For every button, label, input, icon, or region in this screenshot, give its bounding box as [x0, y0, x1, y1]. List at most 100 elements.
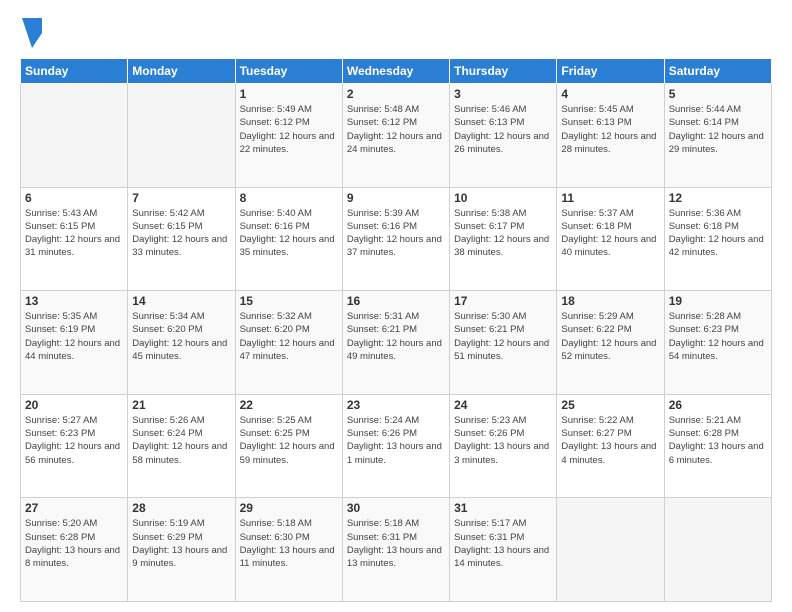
- day-info: Sunrise: 5:44 AM Sunset: 6:14 PM Dayligh…: [669, 103, 767, 156]
- calendar-cell: 13 Sunrise: 5:35 AM Sunset: 6:19 PM Dayli…: [21, 291, 128, 395]
- calendar-cell: [664, 498, 771, 602]
- calendar-cell: 17 Sunrise: 5:30 AM Sunset: 6:21 PM Dayli…: [450, 291, 557, 395]
- day-number: 26: [669, 398, 767, 412]
- day-info: Sunrise: 5:17 AM Sunset: 6:31 PM Dayligh…: [454, 517, 552, 570]
- day-number: 29: [240, 501, 338, 515]
- day-info: Sunrise: 5:43 AM Sunset: 6:15 PM Dayligh…: [25, 207, 123, 260]
- day-info: Sunrise: 5:38 AM Sunset: 6:17 PM Dayligh…: [454, 207, 552, 260]
- day-number: 6: [25, 191, 123, 205]
- day-info: Sunrise: 5:36 AM Sunset: 6:18 PM Dayligh…: [669, 207, 767, 260]
- day-info: Sunrise: 5:31 AM Sunset: 6:21 PM Dayligh…: [347, 310, 445, 363]
- day-info: Sunrise: 5:32 AM Sunset: 6:20 PM Dayligh…: [240, 310, 338, 363]
- day-header-saturday: Saturday: [664, 59, 771, 84]
- day-info: Sunrise: 5:21 AM Sunset: 6:28 PM Dayligh…: [669, 414, 767, 467]
- calendar-cell: 31 Sunrise: 5:17 AM Sunset: 6:31 PM Dayli…: [450, 498, 557, 602]
- day-info: Sunrise: 5:40 AM Sunset: 6:16 PM Dayligh…: [240, 207, 338, 260]
- day-info: Sunrise: 5:45 AM Sunset: 6:13 PM Dayligh…: [561, 103, 659, 156]
- calendar-cell: 21 Sunrise: 5:26 AM Sunset: 6:24 PM Dayli…: [128, 394, 235, 498]
- day-number: 11: [561, 191, 659, 205]
- day-number: 22: [240, 398, 338, 412]
- day-header-monday: Monday: [128, 59, 235, 84]
- day-info: Sunrise: 5:26 AM Sunset: 6:24 PM Dayligh…: [132, 414, 230, 467]
- calendar-cell: 15Sunrise: 5:32 AM Sunset: 6:20 PM Dayli…: [235, 291, 342, 395]
- day-info: Sunrise: 5:34 AM Sunset: 6:20 PM Dayligh…: [132, 310, 230, 363]
- day-info: Sunrise: 5:18 AM Sunset: 6:31 PM Dayligh…: [347, 517, 445, 570]
- calendar-cell: 12 Sunrise: 5:36 AM Sunset: 6:18 PM Dayli…: [664, 187, 771, 291]
- day-info: Sunrise: 5:42 AM Sunset: 6:15 PM Dayligh…: [132, 207, 230, 260]
- day-number: 7: [132, 191, 230, 205]
- header: [20, 18, 772, 48]
- day-number: 30: [347, 501, 445, 515]
- day-number: 5: [669, 87, 767, 101]
- day-info: Sunrise: 5:46 AM Sunset: 6:13 PM Dayligh…: [454, 103, 552, 156]
- day-info: Sunrise: 5:29 AM Sunset: 6:22 PM Dayligh…: [561, 310, 659, 363]
- day-info: Sunrise: 5:35 AM Sunset: 6:19 PM Dayligh…: [25, 310, 123, 363]
- calendar-cell: 11 Sunrise: 5:37 AM Sunset: 6:18 PM Dayli…: [557, 187, 664, 291]
- day-number: 10: [454, 191, 552, 205]
- calendar-week-2: 6 Sunrise: 5:43 AM Sunset: 6:15 PM Daylig…: [21, 187, 772, 291]
- calendar-table: SundayMondayTuesdayWednesdayThursdayFrid…: [20, 58, 772, 602]
- day-number: 1: [240, 87, 338, 101]
- day-info: Sunrise: 5:37 AM Sunset: 6:18 PM Dayligh…: [561, 207, 659, 260]
- calendar-cell: 4 Sunrise: 5:45 AM Sunset: 6:13 PM Daylig…: [557, 84, 664, 188]
- calendar-cell: [21, 84, 128, 188]
- day-number: 18: [561, 294, 659, 308]
- calendar-cell: 18 Sunrise: 5:29 AM Sunset: 6:22 PM Dayli…: [557, 291, 664, 395]
- day-info: Sunrise: 5:28 AM Sunset: 6:23 PM Dayligh…: [669, 310, 767, 363]
- day-info: Sunrise: 5:20 AM Sunset: 6:28 PM Dayligh…: [25, 517, 123, 570]
- calendar-cell: 29 Sunrise: 5:18 AM Sunset: 6:30 PM Dayli…: [235, 498, 342, 602]
- day-number: 19: [669, 294, 767, 308]
- calendar-cell: 2 Sunrise: 5:48 AM Sunset: 6:12 PM Daylig…: [342, 84, 449, 188]
- calendar-cell: 30 Sunrise: 5:18 AM Sunset: 6:31 PM Dayli…: [342, 498, 449, 602]
- page: SundayMondayTuesdayWednesdayThursdayFrid…: [0, 0, 792, 612]
- day-info: Sunrise: 5:18 AM Sunset: 6:30 PM Dayligh…: [240, 517, 338, 570]
- day-number: 9: [347, 191, 445, 205]
- calendar-cell: 7 Sunrise: 5:42 AM Sunset: 6:15 PM Daylig…: [128, 187, 235, 291]
- calendar-week-5: 27 Sunrise: 5:20 AM Sunset: 6:28 PM Dayli…: [21, 498, 772, 602]
- day-info: Sunrise: 5:49 AM Sunset: 6:12 PM Dayligh…: [240, 103, 338, 156]
- calendar-cell: 10 Sunrise: 5:38 AM Sunset: 6:17 PM Dayli…: [450, 187, 557, 291]
- logo: [20, 18, 42, 48]
- calendar-cell: 19 Sunrise: 5:28 AM Sunset: 6:23 PM Dayli…: [664, 291, 771, 395]
- calendar-cell: 14Sunrise: 5:34 AM Sunset: 6:20 PM Dayli…: [128, 291, 235, 395]
- calendar-cell: 27 Sunrise: 5:20 AM Sunset: 6:28 PM Dayli…: [21, 498, 128, 602]
- calendar-cell: [557, 498, 664, 602]
- calendar-header-row: SundayMondayTuesdayWednesdayThursdayFrid…: [21, 59, 772, 84]
- calendar-cell: 3 Sunrise: 5:46 AM Sunset: 6:13 PM Daylig…: [450, 84, 557, 188]
- day-info: Sunrise: 5:48 AM Sunset: 6:12 PM Dayligh…: [347, 103, 445, 156]
- day-number: 2: [347, 87, 445, 101]
- calendar-cell: 20Sunrise: 5:27 AM Sunset: 6:23 PM Dayli…: [21, 394, 128, 498]
- day-header-friday: Friday: [557, 59, 664, 84]
- calendar-cell: 1 Sunrise: 5:49 AM Sunset: 6:12 PM Daylig…: [235, 84, 342, 188]
- calendar-week-4: 20Sunrise: 5:27 AM Sunset: 6:23 PM Dayli…: [21, 394, 772, 498]
- calendar-cell: [128, 84, 235, 188]
- day-number: 12: [669, 191, 767, 205]
- day-number: 25: [561, 398, 659, 412]
- day-number: 17: [454, 294, 552, 308]
- day-number: 13: [25, 294, 123, 308]
- day-number: 24: [454, 398, 552, 412]
- day-number: 3: [454, 87, 552, 101]
- calendar-cell: 5 Sunrise: 5:44 AM Sunset: 6:14 PM Daylig…: [664, 84, 771, 188]
- day-info: Sunrise: 5:19 AM Sunset: 6:29 PM Dayligh…: [132, 517, 230, 570]
- day-info: Sunrise: 5:25 AM Sunset: 6:25 PM Dayligh…: [240, 414, 338, 467]
- calendar-cell: 8 Sunrise: 5:40 AM Sunset: 6:16 PM Daylig…: [235, 187, 342, 291]
- day-header-sunday: Sunday: [21, 59, 128, 84]
- day-header-thursday: Thursday: [450, 59, 557, 84]
- day-header-tuesday: Tuesday: [235, 59, 342, 84]
- calendar-cell: 6 Sunrise: 5:43 AM Sunset: 6:15 PM Daylig…: [21, 187, 128, 291]
- day-number: 4: [561, 87, 659, 101]
- day-info: Sunrise: 5:39 AM Sunset: 6:16 PM Dayligh…: [347, 207, 445, 260]
- day-number: 27: [25, 501, 123, 515]
- day-number: 31: [454, 501, 552, 515]
- calendar-cell: 26 Sunrise: 5:21 AM Sunset: 6:28 PM Dayli…: [664, 394, 771, 498]
- calendar-cell: 22 Sunrise: 5:25 AM Sunset: 6:25 PM Dayli…: [235, 394, 342, 498]
- calendar-week-1: 1 Sunrise: 5:49 AM Sunset: 6:12 PM Daylig…: [21, 84, 772, 188]
- calendar-cell: 24Sunrise: 5:23 AM Sunset: 6:26 PM Dayli…: [450, 394, 557, 498]
- day-number: 8: [240, 191, 338, 205]
- day-header-wednesday: Wednesday: [342, 59, 449, 84]
- day-number: 21: [132, 398, 230, 412]
- calendar-cell: 25Sunrise: 5:22 AM Sunset: 6:27 PM Dayli…: [557, 394, 664, 498]
- calendar-week-3: 13 Sunrise: 5:35 AM Sunset: 6:19 PM Dayli…: [21, 291, 772, 395]
- day-info: Sunrise: 5:30 AM Sunset: 6:21 PM Dayligh…: [454, 310, 552, 363]
